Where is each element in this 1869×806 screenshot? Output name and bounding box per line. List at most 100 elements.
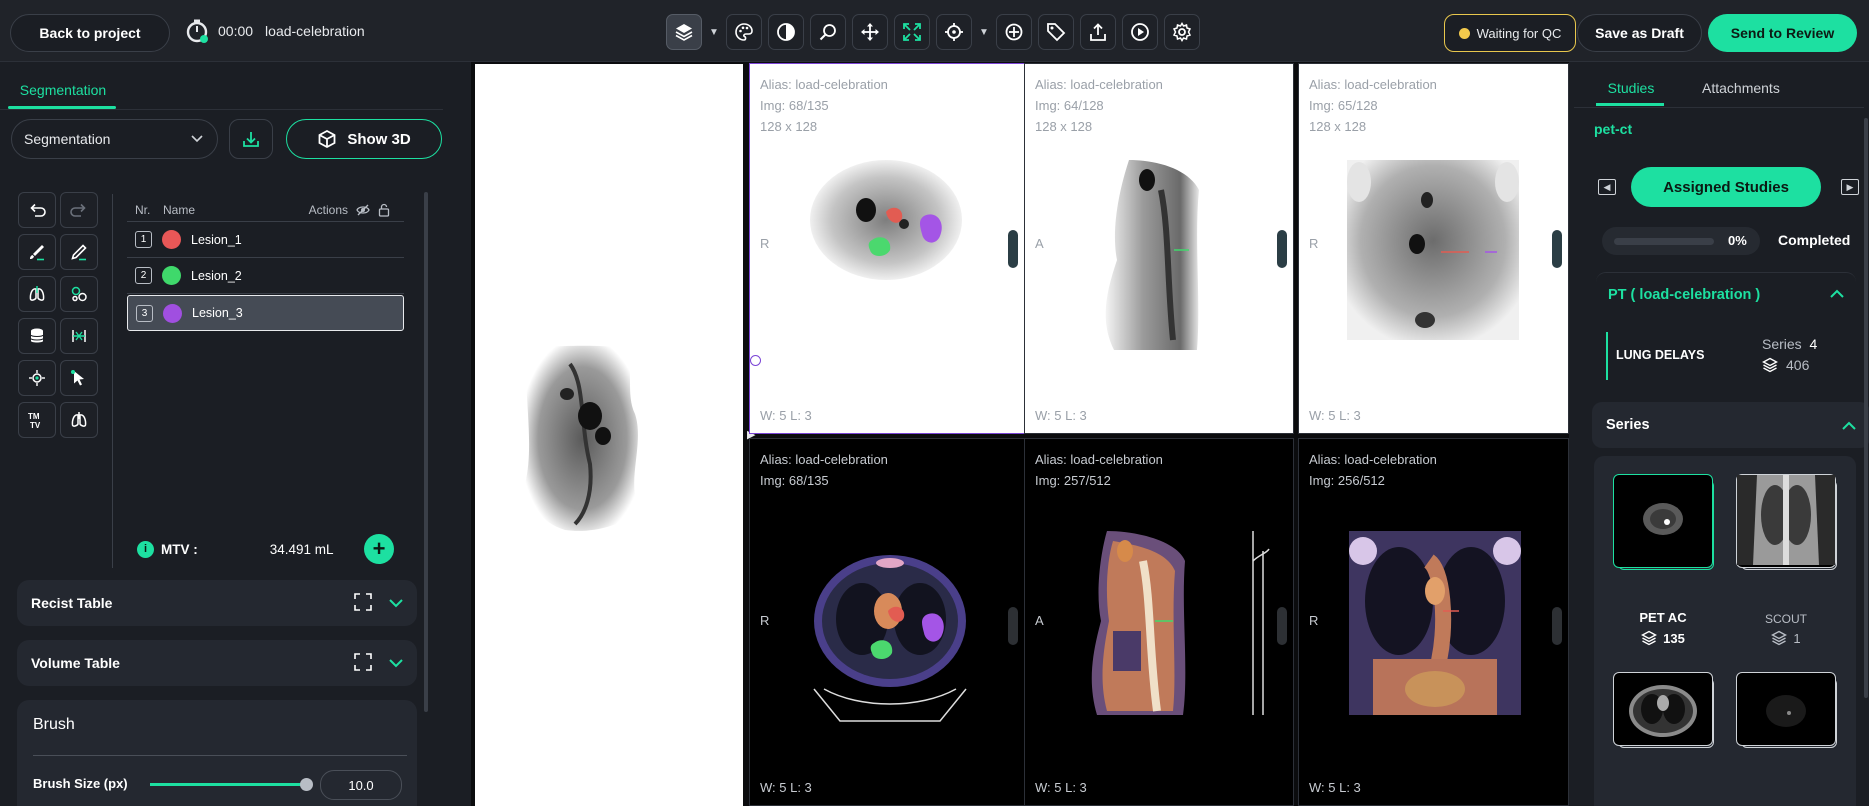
- brush-tool-button[interactable]: [18, 234, 56, 270]
- save-as-draft-button[interactable]: Save as Draft: [1577, 14, 1702, 52]
- study-indicator-line: [1606, 332, 1608, 380]
- tab-studies[interactable]: Studies: [1596, 70, 1666, 106]
- measure-tool-button[interactable]: [60, 318, 98, 354]
- target-tool-button[interactable]: [996, 14, 1032, 50]
- download-segmentation-button[interactable]: [229, 119, 273, 159]
- viewport-pet-axial[interactable]: Alias: load-celebration Img: 68/135 128 …: [749, 63, 1025, 434]
- series-thumbnail-pet-ac[interactable]: [1613, 474, 1713, 568]
- upload-tool-button[interactable]: [1080, 14, 1116, 50]
- undo-button[interactable]: [18, 192, 56, 228]
- zoom-icon: [819, 24, 836, 41]
- top-bar: Back to project 00:00 load-celebration ▼: [0, 0, 1869, 62]
- viewport-image-index: Img: 64/128: [1035, 98, 1104, 113]
- tag-tool-button[interactable]: [1038, 14, 1074, 50]
- brush-size-slider[interactable]: [150, 783, 306, 786]
- orientation-marker: R: [1309, 613, 1319, 628]
- layers-dropdown[interactable]: ▼: [708, 27, 720, 38]
- series-thumbnail-scout[interactable]: [1736, 474, 1836, 568]
- slice-scrollbar[interactable]: [1552, 230, 1562, 268]
- slice-scrollbar[interactable]: [1277, 607, 1287, 645]
- chevron-up-icon[interactable]: [1842, 421, 1856, 430]
- viewport-fusion-sagittal[interactable]: Alias: load-celebration Img: 257/512 A W…: [1024, 438, 1294, 806]
- viewport-pet-coronal[interactable]: Alias: load-celebration Img: 65/128 128 …: [1298, 63, 1569, 434]
- left-panel-scrollbar[interactable]: [424, 192, 428, 712]
- add-lesion-button[interactable]: +: [364, 534, 394, 564]
- contrast-tool-button[interactable]: [768, 14, 804, 50]
- expand-icon[interactable]: [353, 592, 373, 615]
- viewport-fusion-coronal[interactable]: Alias: load-celebration Img: 256/512 R W…: [1298, 438, 1569, 806]
- lesion-row[interactable]: 2 Lesion_2: [127, 258, 404, 294]
- expand-icon[interactable]: [353, 652, 373, 675]
- database-tool-button[interactable]: [18, 318, 56, 354]
- tab-segmentation[interactable]: Segmentation: [8, 72, 118, 108]
- recist-table-accordion[interactable]: Recist Table: [17, 580, 417, 626]
- select-tool-button[interactable]: [60, 360, 98, 396]
- viewport-fusion-axial[interactable]: Alias: load-celebration Img: 68/135 R W:…: [749, 438, 1025, 806]
- tmtv-tool-button[interactable]: TM TV: [18, 402, 56, 438]
- tools-divider: [112, 194, 113, 568]
- lesion-row-selected[interactable]: 3 Lesion_3: [127, 295, 404, 331]
- point-tool-button[interactable]: [18, 360, 56, 396]
- segmentation-select[interactable]: Segmentation: [11, 119, 218, 159]
- chevron-down-icon[interactable]: [389, 598, 403, 608]
- status-badge[interactable]: Waiting for QC: [1444, 14, 1576, 52]
- lesion-color-swatch[interactable]: [162, 266, 181, 285]
- fit-tool-button[interactable]: [894, 14, 930, 50]
- assigned-studies-button[interactable]: Assigned Studies: [1631, 167, 1821, 207]
- show-3d-button[interactable]: Show 3D: [286, 119, 442, 159]
- tab-attachments[interactable]: Attachments: [1702, 70, 1792, 106]
- pan-icon: [861, 23, 879, 41]
- slice-scrollbar[interactable]: [1552, 607, 1562, 645]
- crosshair-dropdown[interactable]: ▼: [978, 27, 990, 38]
- download-icon: [243, 132, 259, 147]
- measure-icon: [72, 330, 86, 342]
- slice-scrollbar[interactable]: [1008, 607, 1018, 645]
- crosshair-tool-button[interactable]: [936, 14, 972, 50]
- chevron-down-icon: [191, 135, 203, 143]
- crosshair-icon: [945, 23, 963, 41]
- volume-table-accordion[interactable]: Volume Table: [17, 640, 417, 686]
- lesion-table-header: Nr. Name Actions: [127, 198, 404, 222]
- next-study-button[interactable]: ▶: [1841, 179, 1859, 195]
- layers-tool-button[interactable]: [666, 14, 702, 50]
- chevron-up-icon[interactable]: [1830, 289, 1844, 298]
- series-thumbnail-ct[interactable]: [1613, 672, 1713, 746]
- info-icon[interactable]: i: [137, 540, 154, 558]
- previous-study-button[interactable]: ◀: [1598, 179, 1616, 195]
- viewport-3d-preview[interactable]: [475, 64, 743, 806]
- show-3d-label: Show 3D: [347, 130, 411, 148]
- unlock-icon[interactable]: [378, 203, 390, 217]
- brush-size-slider-handle[interactable]: [300, 778, 313, 791]
- tab-underline: [1596, 103, 1664, 106]
- regions-tool-button[interactable]: [60, 276, 98, 312]
- settings-tool-button[interactable]: [1164, 14, 1200, 50]
- slice-scrollbar[interactable]: [1277, 230, 1287, 268]
- lesion-row[interactable]: 1 Lesion_1: [127, 222, 404, 258]
- pet-coronal-image: [1347, 160, 1519, 340]
- crosshair-handle-icon[interactable]: [750, 355, 761, 366]
- lesion-color-swatch[interactable]: [163, 303, 182, 323]
- pen-tool-button[interactable]: [60, 234, 98, 270]
- series-thumbnail-pet-nac[interactable]: [1736, 672, 1836, 746]
- eye-off-icon[interactable]: [356, 203, 370, 217]
- series-accordion[interactable]: Series: [1592, 402, 1869, 448]
- pet-nac-thumbnail-image: [1766, 695, 1806, 727]
- slice-scrollbar[interactable]: [1008, 230, 1018, 268]
- chevron-down-icon[interactable]: [389, 658, 403, 668]
- redo-button[interactable]: [60, 192, 98, 228]
- lungs-segment-button[interactable]: [60, 402, 98, 438]
- play-tool-button[interactable]: [1122, 14, 1158, 50]
- right-panel-scrollbar[interactable]: [1864, 118, 1868, 698]
- palette-tool-button[interactable]: [726, 14, 762, 50]
- redo-icon: [70, 203, 86, 217]
- pan-tool-button[interactable]: [852, 14, 888, 50]
- back-to-project-button[interactable]: Back to project: [10, 14, 170, 52]
- lesion-color-swatch[interactable]: [162, 230, 181, 249]
- brush-size-input[interactable]: 10.0: [320, 770, 402, 800]
- viewport-pet-sagittal[interactable]: Alias: load-celebration Img: 64/128 128 …: [1024, 63, 1294, 434]
- ct-thumbnail-image: [1629, 685, 1697, 737]
- header-name: Name: [163, 202, 196, 217]
- lungs-tool-button[interactable]: [18, 276, 56, 312]
- zoom-tool-button[interactable]: [810, 14, 846, 50]
- send-to-review-button[interactable]: Send to Review: [1708, 14, 1857, 52]
